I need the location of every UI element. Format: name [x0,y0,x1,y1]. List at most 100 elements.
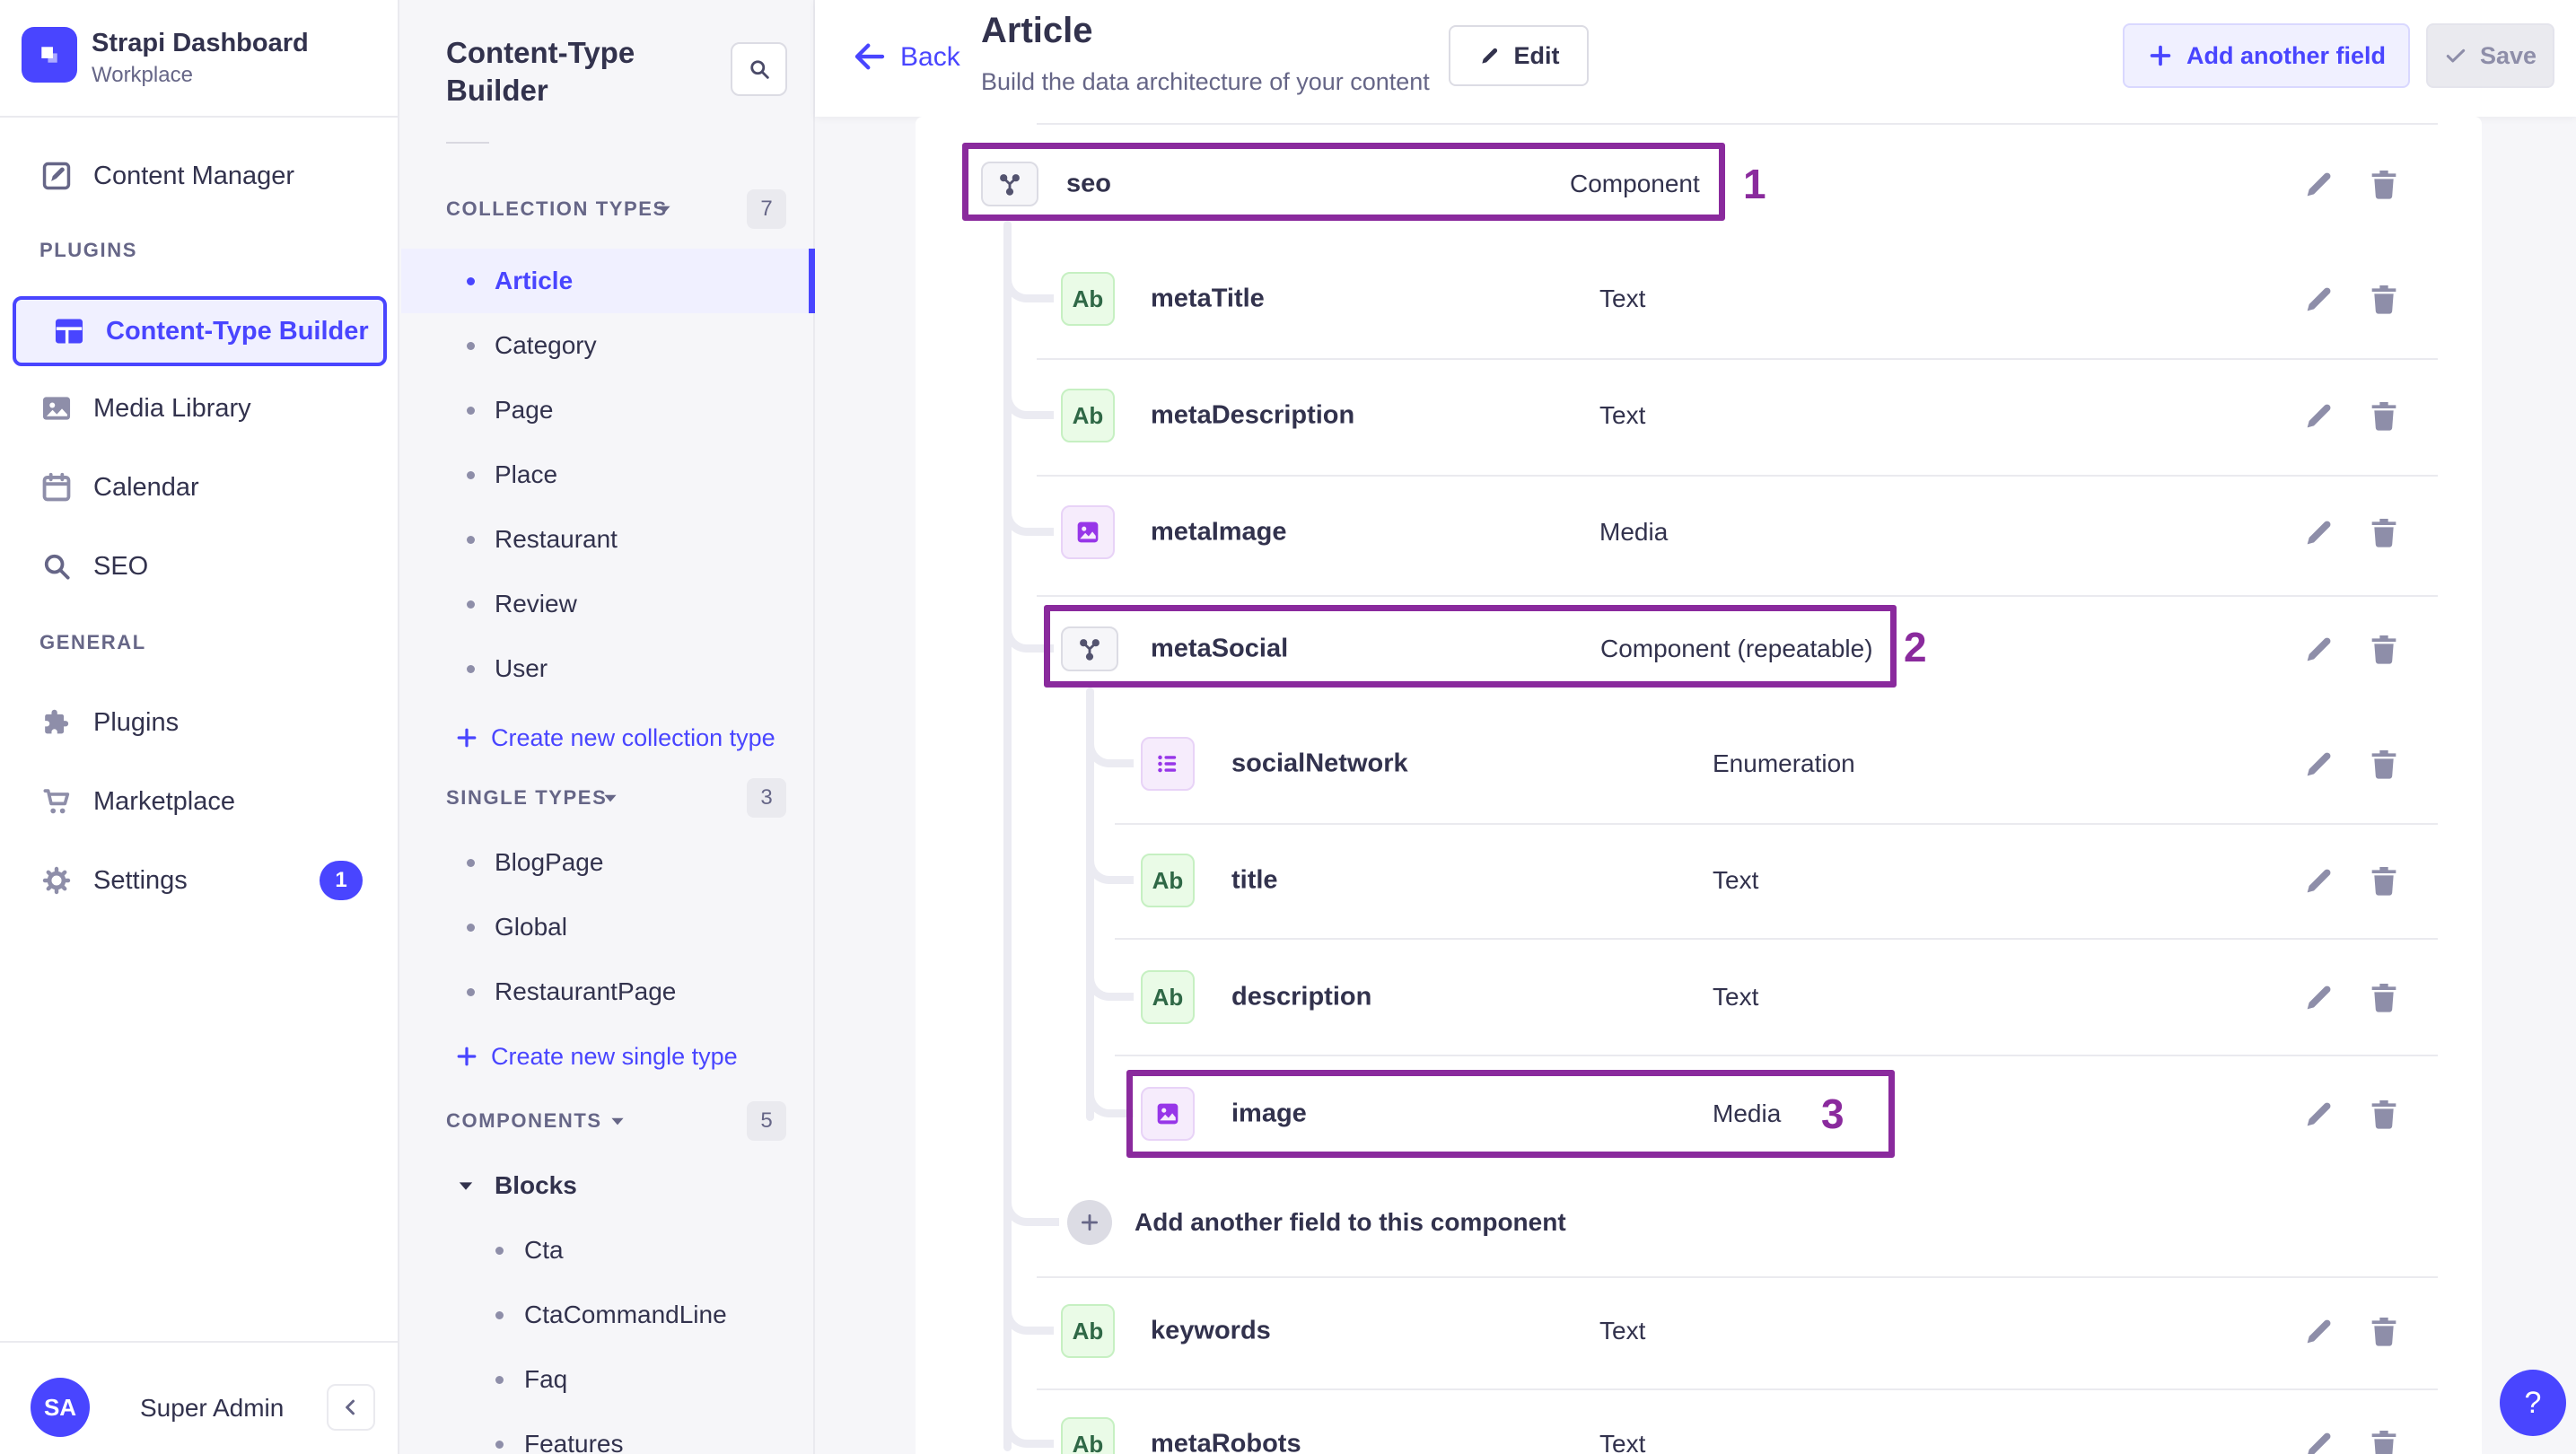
delete-field-button[interactable] [2362,394,2405,437]
sidebar-item-content-manager[interactable]: Content Manager [0,144,399,208]
collection-types-header[interactable]: COLLECTION TYPES 7 [401,189,815,229]
sidebar-item-category[interactable]: Category [401,313,815,378]
list-item-label: Restaurant [495,525,618,553]
table-row-socialnetwork: socialNetwork Enumeration [916,735,2482,793]
avatar[interactable]: SA [31,1378,90,1437]
create-collection-type-link[interactable]: Create new collection type [401,709,815,766]
field-name: metaTitle [1151,284,1265,313]
table-row-metatitle: Ab metaTitle Text [916,270,2482,328]
edit-field-button[interactable] [2298,511,2341,554]
sidebar-item-user[interactable]: User [401,636,815,701]
bullet-icon [495,1310,504,1319]
edit-field-button[interactable] [2298,627,2341,670]
sidebar-item-review[interactable]: Review [401,572,815,636]
text-field-icon: Ab [1061,1304,1115,1358]
sidebar-item-marketplace[interactable]: Marketplace [0,769,399,834]
sidebar-item-plugins[interactable]: Plugins [0,690,399,755]
bullet-icon [495,1246,504,1255]
list-item-label: Cta [524,1236,564,1264]
delete-field-button[interactable] [2362,1092,2405,1135]
collapse-sidebar-button[interactable] [327,1384,375,1431]
delete-field-button[interactable] [2362,859,2405,902]
sidebar-item-calendar[interactable]: Calendar [0,455,399,520]
components-count: 5 [747,1101,786,1141]
strapi-dashboard: Strapi Dashboard Workplace Content Manag… [0,0,2576,1454]
edit-field-button[interactable] [2298,742,2341,785]
sidebar-item-content-type-builder[interactable]: Content-Type Builder [13,296,387,366]
sidebar-item-global[interactable]: Global [401,895,815,959]
delete-field-button[interactable] [2362,1423,2405,1454]
add-another-field-button[interactable]: Add another field [2123,23,2410,88]
edit-button[interactable]: Edit [1449,25,1589,86]
field-type: Text [1713,866,1759,894]
edit-field-button[interactable] [2298,1423,2341,1454]
table-row-metaimage: metaImage Media [916,504,2482,561]
sidebar-item-page[interactable]: Page [401,378,815,442]
field-name: seo [1066,169,1111,198]
bullet-icon [467,341,475,350]
row-divider [1115,823,2438,825]
edit-field-button[interactable] [2298,1092,2341,1135]
delete-field-button[interactable] [2362,277,2405,320]
sidebar-item-label: SEO [93,551,149,581]
sidebar-item-faq[interactable]: Faq [401,1347,815,1412]
edit-field-button[interactable] [2298,859,2341,902]
table-row-metadescription: Ab metaDescription Text [916,387,2482,444]
save-button[interactable]: Save [2426,23,2554,88]
gear-icon [42,866,71,895]
edit-field-button[interactable] [2298,976,2341,1019]
bullet-icon [467,406,475,415]
check-icon [2446,48,2466,63]
calendar-icon [42,472,71,502]
pencil-icon [1481,48,1497,64]
list-item-label: Faq [524,1365,568,1393]
add-field-to-component-label: Add another field to this component [1135,1208,1566,1236]
row-divider [1037,1388,2438,1390]
list-item-label: Category [495,331,597,359]
group-label: Blocks [495,1171,577,1199]
edit-button-label: Edit [1513,41,1560,69]
sidebar-item-label: Calendar [93,472,199,502]
page-title: Article [981,11,1093,50]
plus-circle-icon [1067,1200,1112,1245]
back-arrow-icon[interactable] [851,38,889,75]
edit-field-button[interactable] [2298,277,2341,320]
sidebar-item-restaurant[interactable]: Restaurant [401,507,815,572]
sidebar-item-blogpage[interactable]: BlogPage [401,830,815,895]
sidebar-group-blocks[interactable]: Blocks [401,1153,815,1218]
component-field-icon [981,162,1038,206]
field-name: metaDescription [1151,400,1355,430]
delete-field-button[interactable] [2362,742,2405,785]
create-single-type-link[interactable]: Create new single type [401,1028,815,1085]
delete-field-button[interactable] [2362,976,2405,1019]
back-link[interactable]: Back [900,42,960,73]
row-divider [1037,595,2438,597]
help-button[interactable]: ? [2500,1370,2566,1436]
delete-field-button[interactable] [2362,1309,2405,1353]
sidebar-item-seo[interactable]: SEO [0,534,399,599]
list-item-label: User [495,654,548,682]
sidebar-item-media-library[interactable]: Media Library [0,376,399,441]
sidebar-item-article[interactable]: Article [401,249,815,313]
media-library-icon [42,397,71,420]
sidebar-item-features[interactable]: Features [401,1412,815,1454]
sidebar-item-label: Content Manager [93,161,295,190]
edit-field-button[interactable] [2298,394,2341,437]
edit-field-button[interactable] [2298,1309,2341,1353]
sidebar-item-ctacommandline[interactable]: CtaCommandLine [401,1283,815,1347]
sidebar-item-cta[interactable]: Cta [401,1218,815,1283]
components-header[interactable]: COMPONENTS 5 [401,1101,815,1141]
delete-field-button[interactable] [2362,162,2405,206]
text-field-icon: Ab [1141,854,1195,907]
add-field-to-component-button[interactable]: Add another field to this component [916,1194,1903,1251]
sidebar-item-place[interactable]: Place [401,442,815,507]
single-types-label: SINGLE TYPES [446,786,608,809]
edit-field-button[interactable] [2298,162,2341,206]
sidebar-item-restaurantpage[interactable]: RestaurantPage [401,959,815,1024]
delete-field-button[interactable] [2362,511,2405,554]
save-button-label: Save [2479,41,2537,69]
search-button[interactable] [731,42,787,96]
single-types-header[interactable]: SINGLE TYPES 3 [401,778,815,818]
delete-field-button[interactable] [2362,627,2405,670]
row-divider [1115,938,2438,940]
